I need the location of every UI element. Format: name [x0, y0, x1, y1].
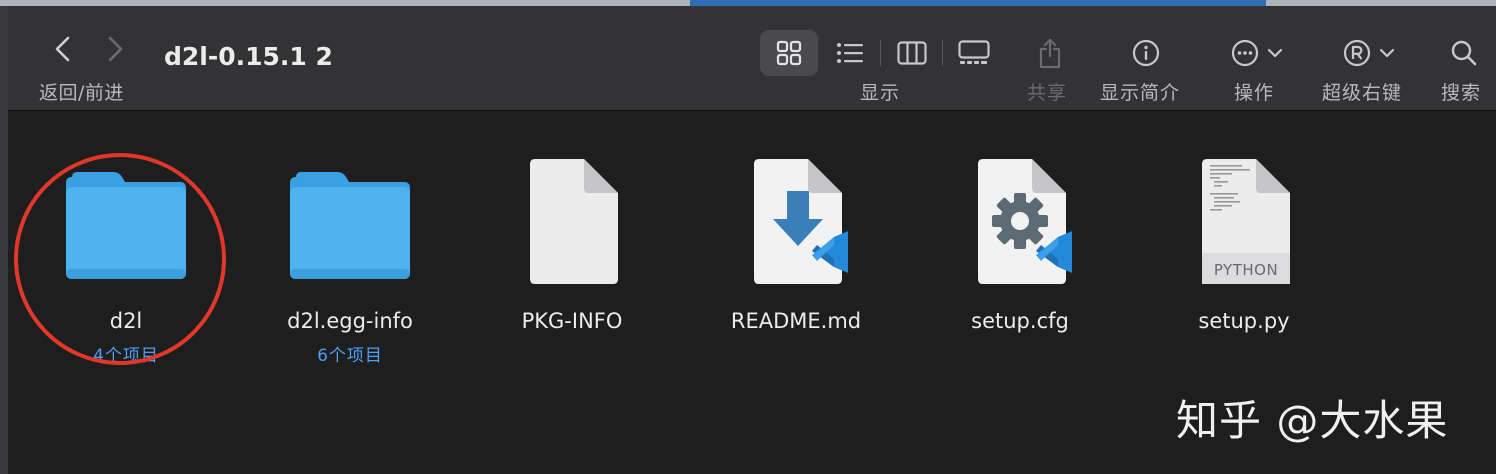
- super-rightclick-label: 超级右键: [1322, 82, 1403, 104]
- gallery-view-button[interactable]: [954, 34, 994, 72]
- file-item-readme[interactable]: README.md: [696, 151, 896, 361]
- file-name: d2l.egg-info: [287, 309, 413, 333]
- folder-icon: [290, 172, 410, 279]
- super-rightclick-button[interactable]: [1338, 34, 1400, 72]
- search-label: 搜索: [1441, 82, 1482, 104]
- chevron-left-icon: [55, 36, 70, 62]
- registered-icon: [1343, 39, 1371, 67]
- forward-button[interactable]: [100, 34, 130, 64]
- column-view-button[interactable]: [892, 34, 932, 72]
- info-icon: [1132, 39, 1160, 67]
- list-view-icon: [837, 43, 863, 63]
- python-badge: PYTHON: [1213, 261, 1279, 279]
- file-name: PKG-INFO: [521, 309, 623, 333]
- search-icon: [1451, 40, 1477, 66]
- grid-view-icon: [771, 34, 807, 72]
- share-icon: [1039, 38, 1061, 69]
- search-button[interactable]: [1446, 34, 1482, 72]
- document-icon: [530, 159, 618, 284]
- view-label: 显示: [860, 82, 901, 104]
- info-label: 显示简介: [1100, 82, 1181, 104]
- highlight-circle-annotation: [14, 153, 226, 365]
- watermark: 知乎 @大水果: [1176, 396, 1449, 445]
- action-label: 操作: [1234, 82, 1275, 104]
- file-name: setup.cfg: [971, 309, 1069, 333]
- file-item-setup-cfg[interactable]: setup.cfg: [920, 151, 1120, 361]
- file-browser-area: d2l 4个项目 d2l.egg-info 6个项目 PKG-INFO READ…: [8, 111, 1496, 474]
- item-count: 6个项目: [317, 346, 383, 366]
- action-button[interactable]: [1226, 34, 1288, 72]
- chevron-down-icon: [1379, 48, 1395, 58]
- toolbar: 返回/前进 d2l-0.15.1 2 显示 共享 显示简介 操作 超级右键 搜索: [8, 6, 1496, 111]
- file-name: setup.py: [1198, 309, 1290, 333]
- info-button[interactable]: [1128, 34, 1164, 72]
- file-item-setup-py[interactable]: PYTHON setup.py: [1144, 151, 1344, 361]
- gallery-view-icon: [958, 40, 990, 64]
- more-icon: [1231, 39, 1259, 67]
- file-item-d2l-egg-info[interactable]: d2l.egg-info 6个项目: [250, 151, 450, 366]
- list-view-button[interactable]: [830, 34, 870, 72]
- file-name: README.md: [730, 309, 862, 333]
- toolbar-separator: [942, 40, 943, 66]
- chevron-down-icon: [1267, 48, 1283, 58]
- column-view-icon: [897, 41, 927, 65]
- nav-label: 返回/前进: [39, 82, 124, 104]
- markdown-file-icon: [754, 159, 848, 284]
- finder-window: 返回/前进 d2l-0.15.1 2 显示 共享 显示简介 操作 超级右键 搜索…: [8, 6, 1496, 474]
- back-button[interactable]: [48, 34, 78, 64]
- window-left-edge: [0, 6, 8, 474]
- config-file-icon: [978, 159, 1072, 284]
- toolbar-separator: [880, 40, 881, 66]
- chevron-right-icon: [108, 36, 123, 62]
- share-button[interactable]: [1032, 34, 1068, 72]
- share-label: 共享: [1027, 82, 1068, 104]
- window-title: d2l-0.15.1 2: [164, 42, 333, 71]
- file-item-pkg-info[interactable]: PKG-INFO: [472, 151, 672, 361]
